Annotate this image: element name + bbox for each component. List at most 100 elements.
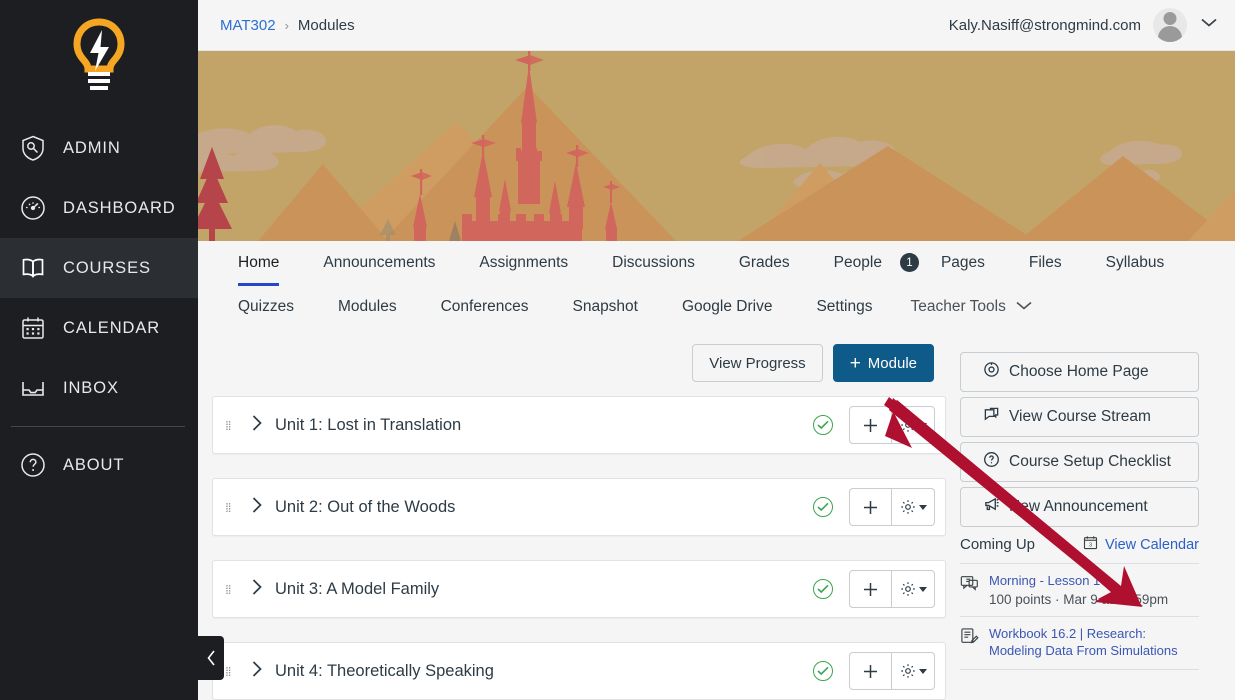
table-row[interactable]: ⣿ Unit 1: Lost in Translation [212,396,946,454]
tab-quizzes[interactable]: Quizzes [216,298,316,316]
tab-home[interactable]: Home [216,254,301,286]
new-announcement-button[interactable]: New Announcement [960,487,1199,527]
view-calendar-link[interactable]: 3 View Calendar [1083,535,1199,554]
tab-conferences[interactable]: Conferences [419,298,551,316]
drag-handle-icon[interactable]: ⣿ [225,423,237,428]
add-item-button[interactable] [849,570,892,608]
published-check-icon[interactable] [813,415,833,435]
expand-chevron-icon[interactable] [251,578,263,601]
assignment-icon [960,625,979,660]
question-circle-icon [983,451,1000,473]
add-item-button[interactable] [849,488,892,526]
tab-syllabus[interactable]: Syllabus [1084,254,1187,286]
tab-grades[interactable]: Grades [717,254,812,286]
sidebar-item-admin[interactable]: ADMIN [0,118,198,178]
avatar[interactable] [1153,8,1187,42]
choose-home-page-button[interactable]: Choose Home Page [960,352,1199,392]
coming-up-header: Coming Up 3 View Calendar [960,535,1199,564]
add-item-button[interactable] [849,406,892,444]
breadcrumb-course-link[interactable]: MAT302 [220,17,276,34]
course-navigation-tabs: Home Announcements Assignments Discussio… [198,241,1235,328]
discussion-icon [960,572,979,607]
view-progress-button[interactable]: View Progress [692,344,822,382]
breadcrumb-separator-icon: › [285,18,289,33]
tab-discussions[interactable]: Discussions [590,254,717,286]
nav-divider [11,426,185,427]
view-course-stream-button[interactable]: View Course Stream [960,397,1199,437]
collapse-nav-tab[interactable] [198,636,224,680]
published-check-icon[interactable] [813,579,833,599]
tab-label: Assignments [457,254,590,272]
assignment-link[interactable]: Morning - Lesson 16 [989,572,1168,590]
people-count-badge: 1 [900,253,919,272]
module-settings-button[interactable] [892,488,935,526]
course-banner-image [198,51,1235,241]
chevron-down-icon [919,423,927,428]
sidebar-item-calendar[interactable]: CALENDAR [0,298,198,358]
add-module-button[interactable]: + Module [833,344,934,382]
lightbulb-logo[interactable] [0,0,198,110]
speedometer-icon [13,188,53,228]
published-check-icon[interactable] [813,497,833,517]
module-actions [813,406,935,444]
module-actions [813,570,935,608]
tab-assignments[interactable]: Assignments [457,254,590,286]
plus-icon: + [850,354,861,373]
tab-pages[interactable]: Pages [919,254,1007,286]
module-settings-button[interactable] [892,406,935,444]
course-setup-checklist-button[interactable]: Course Setup Checklist [960,442,1199,482]
tab-label: Pages [919,254,1007,272]
table-row[interactable]: ⣿ Unit 3: A Model Family [212,560,946,618]
question-circle-icon [13,445,53,485]
sidebar-item-dashboard[interactable]: DASHBOARD [0,178,198,238]
module-settings-button[interactable] [892,570,935,608]
tab-snapshot[interactable]: Snapshot [550,298,660,316]
chevron-down-icon[interactable] [1199,16,1219,34]
sidebar-button-label: Course Setup Checklist [1009,453,1171,471]
tab-people[interactable]: People 1 [812,253,919,286]
table-row[interactable]: ⣿ Unit 2: Out of the Woods [212,478,946,536]
sidebar-item-inbox[interactable]: INBOX [0,358,198,418]
main-content: MAT302 › Modules Kaly.Nasiff@strongmind.… [198,0,1235,700]
sidebar-item-courses[interactable]: COURSES [0,238,198,298]
expand-chevron-icon[interactable] [251,496,263,519]
course-home-sidebar: Choose Home Page View Course Stream [946,344,1221,700]
sidebar-item-label: DASHBOARD [63,199,176,218]
tab-announcements[interactable]: Announcements [301,254,457,286]
user-menu[interactable]: Kaly.Nasiff@strongmind.com [949,8,1219,42]
module-settings-button[interactable] [892,652,935,690]
list-item[interactable]: Morning - Lesson 16 100 points · Mar 9 a… [960,564,1199,617]
module-title: Unit 4: Theoretically Speaking [275,662,494,681]
module-title: Unit 3: A Model Family [275,580,439,599]
published-check-icon[interactable] [813,661,833,681]
tab-settings[interactable]: Settings [794,298,894,316]
sidebar-item-label: CALENDAR [63,319,160,338]
table-row[interactable]: ⣿ Unit 4: Theoretically Speaking [212,642,946,700]
tab-modules[interactable]: Modules [316,298,419,316]
tab-google-drive[interactable]: Google Drive [660,298,794,316]
expand-chevron-icon[interactable] [251,414,263,437]
tab-label: Syllabus [1084,254,1187,272]
tab-files[interactable]: Files [1007,254,1084,286]
drag-handle-icon[interactable]: ⣿ [225,669,237,674]
list-item[interactable]: Workbook 16.2 | Research: Modeling Data … [960,617,1199,670]
sidebar-item-label: ABOUT [63,456,124,475]
tab-label: Quizzes [216,298,316,316]
sidebar-item-about[interactable]: ABOUT [0,435,198,495]
modules-list: View Progress + Module ⣿ Unit 1: Lost in… [198,344,946,700]
sidebar-button-label: Choose Home Page [1009,363,1149,381]
tab-label: Files [1007,254,1084,272]
teacher-tools-dropdown[interactable]: Teacher Tools [894,298,1032,316]
add-item-button[interactable] [849,652,892,690]
course-tabs-row-2: Quizzes Modules Conferences Snapshot Goo… [216,286,1235,328]
calendar-icon: 3 [1083,535,1098,554]
expand-chevron-icon[interactable] [251,660,263,683]
drag-handle-icon[interactable]: ⣿ [225,505,237,510]
drag-handle-icon[interactable]: ⣿ [225,587,237,592]
megaphone-icon [983,496,1000,518]
breadcrumb-current: Modules [298,17,355,34]
tab-label: Grades [717,254,812,272]
assignment-link[interactable]: Workbook 16.2 | Research: Modeling Data … [989,625,1199,660]
teacher-tools-label: Teacher Tools [910,298,1005,316]
sidebar-item-label: INBOX [63,379,119,398]
